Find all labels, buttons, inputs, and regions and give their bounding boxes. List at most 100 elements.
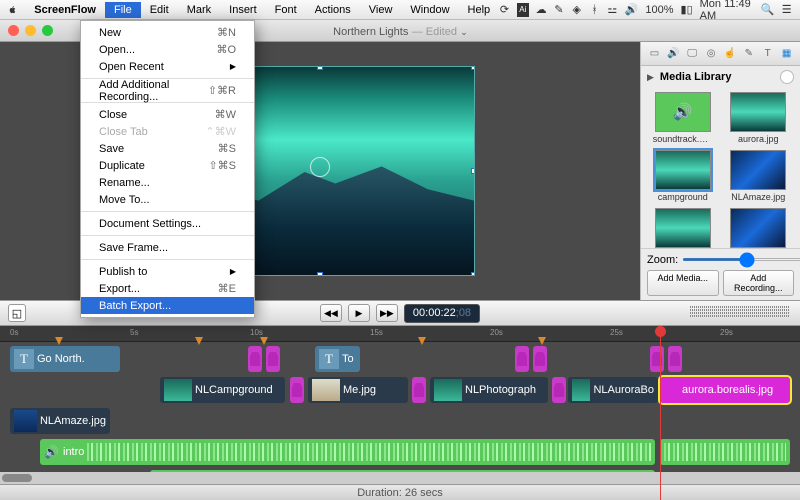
zoom-slider[interactable] [682, 258, 800, 261]
spotlight-icon[interactable]: 🔍 [761, 3, 775, 17]
timeline-ruler[interactable]: 0s 5s 10s 15s 20s 25s 29s [0, 326, 800, 342]
menu-help[interactable]: Help [459, 2, 500, 18]
apple-icon[interactable] [8, 3, 17, 17]
action-clip[interactable] [248, 346, 262, 372]
media-item[interactable]: NLAmaze.jpg [723, 150, 795, 202]
crop-tool-button[interactable]: ◱ [8, 304, 26, 322]
image-clip[interactable]: NLCampground [160, 377, 285, 403]
forward-button[interactable]: ▶▶ [376, 304, 398, 322]
audio-properties-tab[interactable]: 🔊 [665, 46, 681, 62]
menu-file[interactable]: File [105, 2, 141, 18]
action-clip[interactable] [552, 377, 566, 403]
menu-font[interactable]: Font [266, 2, 306, 18]
screen-properties-tab[interactable]: 🖵 [684, 46, 700, 62]
search-field[interactable] [780, 70, 794, 84]
annotations-tab[interactable]: ✎ [741, 46, 757, 62]
timeline[interactable]: 0s 5s 10s 15s 20s 25s 29s TGo North. TTo… [0, 326, 800, 500]
evernote-icon[interactable]: ✎ [554, 3, 565, 17]
menu-item-batch-export-[interactable]: Batch Export... [81, 297, 254, 314]
image-clip[interactable]: NLAmaze.jpg [10, 408, 110, 434]
timeline-minimap[interactable] [690, 306, 790, 320]
menu-mark[interactable]: Mark [178, 2, 220, 18]
media-item[interactable]: campground [647, 150, 719, 202]
minimize-window-button[interactable] [25, 25, 36, 36]
menu-item-open-[interactable]: Open...⌘O [81, 41, 254, 58]
menu-item-move-to-[interactable]: Move To... [81, 191, 254, 208]
image-clip-selected[interactable]: aurora.borealis.jpg [660, 377, 790, 403]
disclosure-triangle-icon[interactable]: ▶ [647, 72, 654, 83]
menu-item-document-settings-[interactable]: Document Settings... [81, 215, 254, 232]
media-item[interactable] [647, 208, 719, 248]
audio-clip[interactable] [660, 439, 790, 465]
menu-window[interactable]: Window [401, 2, 458, 18]
playhead[interactable] [660, 326, 661, 500]
menu-item-new[interactable]: New⌘N [81, 24, 254, 41]
track[interactable]: TGo North. TTo [0, 344, 800, 374]
media-item[interactable]: aurora.jpg [723, 92, 795, 144]
resize-handle-se[interactable] [471, 272, 475, 276]
menu-app[interactable]: ScreenFlow [25, 2, 105, 18]
menu-item-open-recent[interactable]: Open Recent [81, 58, 254, 75]
text-clip[interactable]: TTo [315, 346, 360, 372]
media-library-tab[interactable]: ▦ [779, 46, 795, 62]
resize-handle-ne[interactable] [471, 66, 475, 70]
menu-item-rename-[interactable]: Rename... [81, 174, 254, 191]
menu-actions[interactable]: Actions [306, 2, 360, 18]
wifi-icon[interactable]: ⚍ [607, 3, 618, 17]
menu-insert[interactable]: Insert [220, 2, 266, 18]
action-clip[interactable] [650, 346, 664, 372]
menu-item-save-frame-[interactable]: Save Frame... [81, 239, 254, 256]
menu-item-save[interactable]: Save⌘S [81, 140, 254, 157]
action-clip[interactable] [266, 346, 280, 372]
close-window-button[interactable] [8, 25, 19, 36]
menu-item-duplicate[interactable]: Duplicate⇧⌘S [81, 157, 254, 174]
rotation-handle[interactable] [310, 157, 330, 177]
image-clip[interactable]: NLPhotograph [430, 377, 548, 403]
menu-item-publish-to[interactable]: Publish to [81, 263, 254, 280]
video-properties-tab[interactable]: ▭ [646, 46, 662, 62]
scrollbar-thumb[interactable] [2, 474, 32, 482]
sync-icon[interactable]: ⟳ [499, 3, 510, 17]
text-clip[interactable]: TGo North. [10, 346, 120, 372]
audio-clip[interactable]: 🔊intro [40, 439, 655, 465]
callout-tab[interactable]: ◎ [703, 46, 719, 62]
action-clip[interactable] [412, 377, 426, 403]
media-item[interactable] [723, 208, 795, 248]
action-clip[interactable] [668, 346, 682, 372]
notifications-icon[interactable]: ☰ [781, 3, 792, 17]
menu-item-export-[interactable]: Export...⌘E [81, 280, 254, 297]
media-item[interactable]: 🔊soundtrack.mp3 [647, 92, 719, 144]
add-media-button[interactable]: Add Media... [647, 270, 719, 296]
track[interactable]: 🔊intro [0, 437, 800, 467]
menu-item-add-additional-recording-[interactable]: Add Additional Recording...⇧⌘R [81, 82, 254, 99]
resize-handle-e[interactable] [471, 168, 475, 174]
track[interactable]: NLCampground Me.jpg NLPhotograph NLAuror… [0, 375, 800, 405]
rewind-button[interactable]: ◀◀ [320, 304, 342, 322]
text-tab[interactable]: T [760, 46, 776, 62]
battery-percent[interactable]: 100% [645, 4, 673, 16]
horizontal-scrollbar[interactable] [0, 472, 800, 484]
cloud-icon[interactable]: ☁ [536, 3, 547, 17]
resize-handle-s[interactable] [317, 272, 323, 276]
battery-icon[interactable]: ▮▯ [681, 3, 693, 17]
menu-edit[interactable]: Edit [141, 2, 178, 18]
action-clip[interactable] [290, 377, 304, 403]
action-clip[interactable] [515, 346, 529, 372]
dropbox-icon[interactable]: ◈ [571, 3, 582, 17]
play-button[interactable]: ▶ [348, 304, 370, 322]
touch-tab[interactable]: ☝ [722, 46, 738, 62]
add-recording-button[interactable]: Add Recording... [723, 270, 795, 296]
image-clip[interactable]: Me.jpg [308, 377, 408, 403]
action-clip[interactable] [533, 346, 547, 372]
zoom-window-button[interactable] [42, 25, 53, 36]
adobe-icon[interactable]: Ai [517, 3, 529, 17]
menu-view[interactable]: View [360, 2, 402, 18]
menu-item-close[interactable]: Close⌘W [81, 106, 254, 123]
bluetooth-icon[interactable]: ᚼ [589, 3, 600, 17]
track[interactable]: NLAmaze.jpg [0, 406, 800, 436]
volume-icon[interactable]: 🔊 [625, 3, 639, 17]
clock[interactable]: Mon 11:49 AM [700, 0, 754, 22]
timecode-display[interactable]: 00:00:22;08 [404, 304, 480, 323]
image-clip[interactable]: NLAuroraBo [568, 377, 658, 403]
resize-handle-n[interactable] [317, 66, 323, 70]
